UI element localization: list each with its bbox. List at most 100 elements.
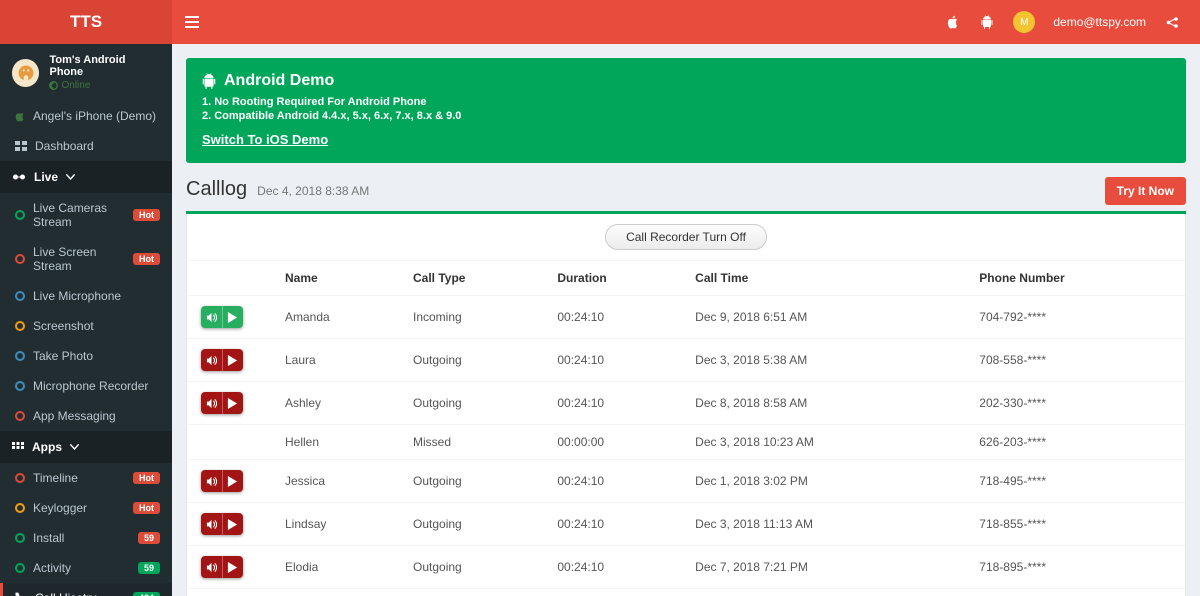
play-icon (223, 513, 244, 535)
cell-name: Doris (277, 589, 405, 596)
badge: Hot (133, 502, 160, 514)
play-call-button[interactable] (201, 513, 243, 535)
sidebar-item-live-1[interactable]: Live Screen StreamHot (0, 237, 172, 281)
cell-time: Dec 3, 2018 5:38 AM (687, 339, 971, 382)
cell-time: Dec 9, 2018 6:51 AM (687, 296, 971, 339)
play-call-button[interactable] (201, 470, 243, 492)
status-ring-icon (15, 503, 25, 513)
apps-icon (12, 442, 24, 452)
device-panel: Tom's Android Phone Online (0, 44, 172, 101)
cell-name: Elodia (277, 546, 405, 589)
menu-toggle-button[interactable] (172, 0, 212, 44)
status-ring-icon (15, 291, 25, 301)
status-ring-icon (15, 473, 25, 483)
cell-time: Dec 3, 2018 11:13 AM (687, 503, 971, 546)
table-row: AmandaIncoming00:24:10Dec 9, 2018 6:51 A… (187, 296, 1185, 339)
cell-name: Jessica (277, 460, 405, 503)
status-ring-icon (15, 254, 25, 264)
sidebar-item-live-2[interactable]: Live Microphone (0, 281, 172, 311)
badge: 484 (133, 592, 160, 596)
cell-type: Outgoing (405, 546, 549, 589)
col-name: Name (277, 261, 405, 296)
badge: 59 (138, 562, 160, 574)
sidebar-item-apps-0[interactable]: TimelineHot (0, 463, 172, 493)
cell-time: Dec 1, 2018 3:02 PM (687, 460, 971, 503)
play-icon (223, 470, 244, 492)
cell-type: Outgoing (405, 382, 549, 425)
table-row: LindsayOutgoing00:24:10Dec 3, 2018 11:13… (187, 503, 1185, 546)
cell-type: Incoming (405, 296, 549, 339)
sidebar-live-header[interactable]: Live (0, 161, 172, 193)
cell-name: Amanda (277, 296, 405, 339)
status-ring-icon (15, 563, 25, 573)
cell-duration: 00:24:10 (549, 296, 687, 339)
sidebar-apps-header[interactable]: Apps (0, 431, 172, 463)
sidebar-item-label: Call Hisotry (35, 591, 96, 596)
play-call-button[interactable] (201, 349, 243, 371)
sidebar-item-phone[interactable]: Call Hisotry 484 (0, 583, 172, 596)
cell-time: Dec 8, 2018 8:58 AM (687, 382, 971, 425)
android-icon[interactable] (979, 14, 995, 30)
sidebar-item-live-4[interactable]: Take Photo (0, 341, 172, 371)
play-call-button[interactable] (201, 392, 243, 414)
play-icon (223, 392, 244, 414)
sidebar-item-label: App Messaging (33, 409, 116, 423)
device-status: Online (49, 80, 160, 91)
sidebar-dashboard[interactable]: Dashboard (0, 131, 172, 161)
col-type: Call Type (405, 261, 549, 296)
play-icon (223, 349, 244, 371)
sidebar-item-apps-3[interactable]: Activity 59 (0, 553, 172, 583)
user-avatar[interactable]: M (1013, 11, 1035, 33)
col-time: Call Time (687, 261, 971, 296)
status-ring-icon (15, 210, 25, 220)
calllog-panel: Call Recorder Turn Off Name Call Type Du… (186, 214, 1186, 596)
cell-duration: 00:24:10 (549, 546, 687, 589)
play-icon (223, 306, 244, 328)
sidebar-item-apps-2[interactable]: Install59 (0, 523, 172, 553)
table-row: ElodiaOutgoing00:24:10Dec 7, 2018 7:21 P… (187, 546, 1185, 589)
play-call-button[interactable] (201, 306, 243, 328)
cell-duration: 00:24:10 (549, 460, 687, 503)
switch-demo-link[interactable]: Switch To iOS Demo (202, 132, 328, 147)
play-icon (223, 556, 244, 578)
sidebar-item-label: Live Screen Stream (33, 245, 125, 273)
sidebar-item-label: Install (33, 531, 64, 545)
user-email[interactable]: demo@ttspy.com (1053, 15, 1146, 29)
sidebar-item-label: Live Microphone (33, 289, 121, 303)
cell-duration: 00:24:10 (549, 339, 687, 382)
cell-name: Laura (277, 339, 405, 382)
speaker-icon (201, 556, 223, 578)
chevron-down-icon (66, 174, 75, 180)
share-icon[interactable] (1164, 14, 1180, 30)
live-icon (12, 172, 26, 182)
apple-icon (15, 110, 25, 122)
status-ring-icon (15, 533, 25, 543)
calllog-table: Name Call Type Duration Call Time Phone … (187, 260, 1185, 596)
sidebar-item-live-3[interactable]: Screenshot (0, 311, 172, 341)
try-it-button[interactable]: Try It Now (1105, 177, 1186, 205)
cell-duration: 00:24:10 (549, 503, 687, 546)
sidebar-item-live-5[interactable]: Microphone Recorder (0, 371, 172, 401)
speaker-icon (201, 392, 223, 414)
apple-icon[interactable] (945, 14, 961, 30)
cell-time: Dec 7, 2018 7:21 PM (687, 546, 971, 589)
cell-phone: 304-857-**** (971, 589, 1185, 596)
topbar: TTS M demo@ttspy.com (0, 0, 1200, 44)
badge: Hot (133, 209, 160, 221)
sidebar-item-label: Take Photo (33, 349, 93, 363)
sidebar-item-live-6[interactable]: App Messaging (0, 401, 172, 431)
play-call-button[interactable] (201, 556, 243, 578)
sidebar-header-label: Apps (32, 440, 62, 454)
page-title: Calllog (186, 178, 247, 201)
sidebar-item-apps-1[interactable]: KeyloggerHot (0, 493, 172, 523)
call-recorder-toggle[interactable]: Call Recorder Turn Off (605, 224, 767, 250)
cell-phone: 708-558-**** (971, 339, 1185, 382)
sidebar-alt-device[interactable]: Angel's iPhone (Demo) (0, 101, 172, 131)
sidebar-item-live-0[interactable]: Live Cameras StreamHot (0, 193, 172, 237)
sidebar-item-label: Screenshot (33, 319, 94, 333)
cell-time: Dec 1, 2018 8:52 PM (687, 589, 971, 596)
sidebar-header-label: Live (34, 170, 58, 184)
sidebar-item-label: Timeline (33, 471, 78, 485)
sidebar-item-label: Activity (33, 561, 71, 575)
cell-name: Ashley (277, 382, 405, 425)
